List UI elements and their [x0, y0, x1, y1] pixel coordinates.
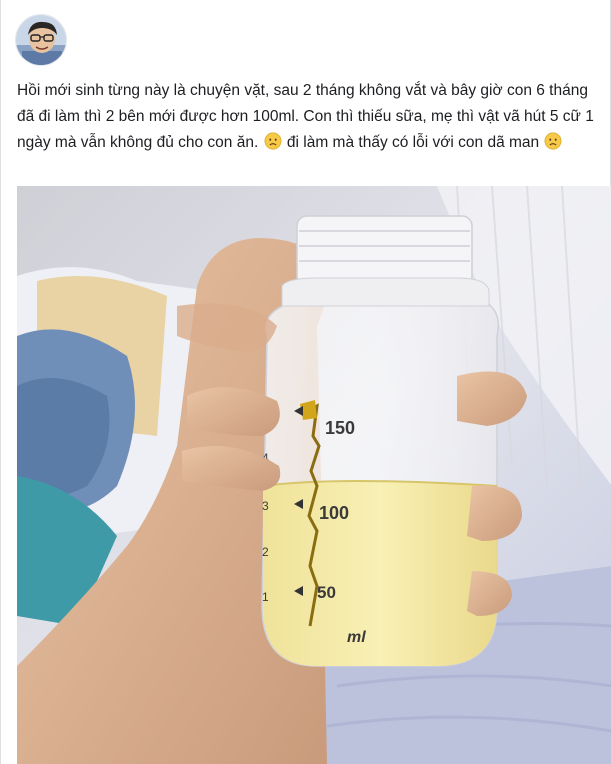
post-photo[interactable]: 5 4 3 2 1 150 100 50 ml [17, 186, 611, 764]
post-text-part2: đi làm mà thấy có lỗi với con dã man [286, 134, 540, 151]
scale-unit-ml: ml [347, 629, 366, 646]
scale-left-3: 3 [262, 499, 269, 513]
sad-face-emoji-icon [264, 132, 282, 150]
post-header [15, 14, 67, 66]
scale-right-100: 100 [319, 503, 349, 523]
post-card: Hồi mới sinh từng này là chuyện vặt, sau… [0, 0, 611, 764]
scale-left-1: 1 [262, 590, 269, 604]
avatar-image [16, 15, 66, 65]
milk-bottle-photo: 5 4 3 2 1 150 100 50 ml [17, 186, 611, 764]
scale-right-150: 150 [325, 418, 355, 438]
scale-right-50: 50 [317, 583, 336, 602]
scale-left-2: 2 [262, 545, 269, 559]
profile-avatar[interactable] [15, 14, 67, 66]
post-text: Hồi mới sinh từng này là chuyện vặt, sau… [17, 78, 602, 156]
sad-face-emoji-icon [545, 132, 562, 150]
